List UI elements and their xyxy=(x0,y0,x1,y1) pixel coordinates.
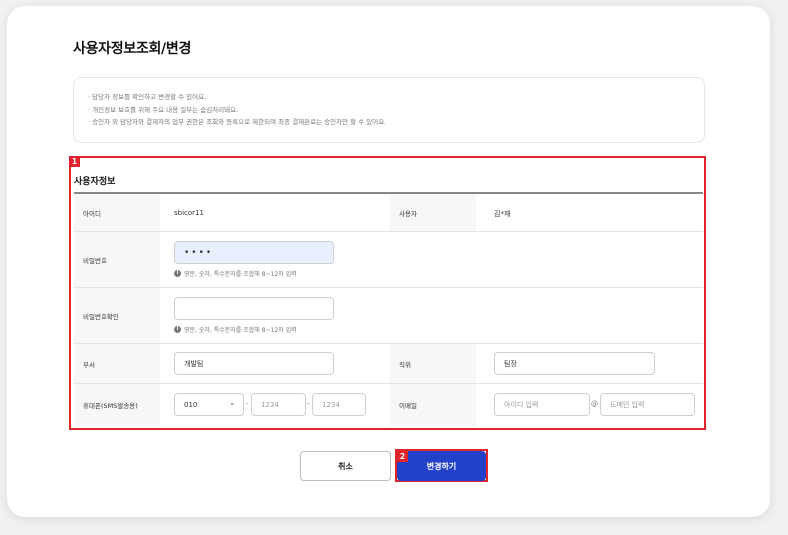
user-info-section: 1 사용자정보 아이디 sbicor11 사용자 김*재 비밀번호 •••• i… xyxy=(69,156,706,430)
submit-button[interactable]: 변경하기 xyxy=(397,451,486,481)
notice-line: · 담당자 정보를 확인하고 변경할 수 있어요. xyxy=(88,93,207,101)
notice-line: · 개인정보 보호를 위해 주요 내용 일부는 숨김처리돼요. xyxy=(88,105,239,114)
row-id: 아이디 sbicor11 사용자 김*재 xyxy=(74,194,703,232)
row-password: 비밀번호 •••• i 영문, 숫자, 특수문자를 조합해 8~12자 입력 xyxy=(74,232,703,288)
phone-prefix-value: 010 xyxy=(184,400,198,409)
row-password-confirm: 비밀번호확인 i 영문, 숫자, 특수문자를 조합해 8~12자 입력 xyxy=(74,288,703,344)
email-domain-input[interactable]: 도메인 입력 xyxy=(600,393,695,416)
password-confirm-hint-text: 영문, 숫자, 특수문자를 조합해 8~12자 입력 xyxy=(184,327,297,334)
id-value: sbicor11 xyxy=(174,209,204,217)
notice-line: · 승인자 외 담당자와 결재자의 업무 권한은 조회와 등록으로 제한되며 최… xyxy=(88,118,387,126)
row-contact: 휴대폰(SMS발송용) 010 ⌄ - 1234 - 1234 이메일 아이디 … xyxy=(74,384,703,426)
section-title: 사용자정보 xyxy=(74,177,116,187)
row-dept: 부서 개발팀 직위 팀장 xyxy=(74,344,703,384)
password-hint-text: 영문, 숫자, 특수문자를 조합해 8~12자 입력 xyxy=(184,271,297,278)
user-label: 사용자 xyxy=(390,194,476,231)
password-confirm-hint: i 영문, 숫자, 특수문자를 조합해 8~12자 입력 xyxy=(174,325,297,334)
page-title: 사용자정보조회/변경 xyxy=(73,41,192,57)
user-value: 김*재 xyxy=(494,210,511,218)
cancel-button[interactable]: 취소 xyxy=(300,451,391,481)
phone-middle-input[interactable]: 1234 xyxy=(251,393,306,416)
chevron-down-icon: ⌄ xyxy=(229,399,235,407)
password-label: 비밀번호 xyxy=(74,232,160,287)
email-at-sign: @ xyxy=(591,400,598,408)
dept-label: 부서 xyxy=(74,344,160,383)
info-icon: i xyxy=(174,326,181,333)
email-label: 이메일 xyxy=(390,384,476,426)
dept-input[interactable]: 개발팀 xyxy=(174,352,334,375)
password-confirm-label: 비밀번호확인 xyxy=(74,288,160,343)
phone-separator: - xyxy=(246,400,249,408)
notice-box: · 담당자 정보를 확인하고 변경할 수 있어요. · 개인정보 보호를 위해 … xyxy=(73,77,705,143)
phone-separator: - xyxy=(307,400,310,408)
info-icon: i xyxy=(174,270,181,277)
phone-prefix-select[interactable]: 010 ⌄ xyxy=(174,393,244,416)
password-hint: i 영문, 숫자, 특수문자를 조합해 8~12자 입력 xyxy=(174,269,297,278)
password-input[interactable]: •••• xyxy=(174,241,334,264)
submit-badge: 2 xyxy=(397,451,408,462)
password-confirm-input[interactable] xyxy=(174,297,334,320)
section-badge: 1 xyxy=(69,156,80,167)
position-input[interactable]: 팀장 xyxy=(494,352,655,375)
position-label: 직위 xyxy=(390,344,476,383)
email-id-input[interactable]: 아이디 입력 xyxy=(494,393,590,416)
id-label: 아이디 xyxy=(74,194,160,231)
phone-last-input[interactable]: 1234 xyxy=(312,393,366,416)
phone-label: 휴대폰(SMS발송용) xyxy=(74,384,160,426)
